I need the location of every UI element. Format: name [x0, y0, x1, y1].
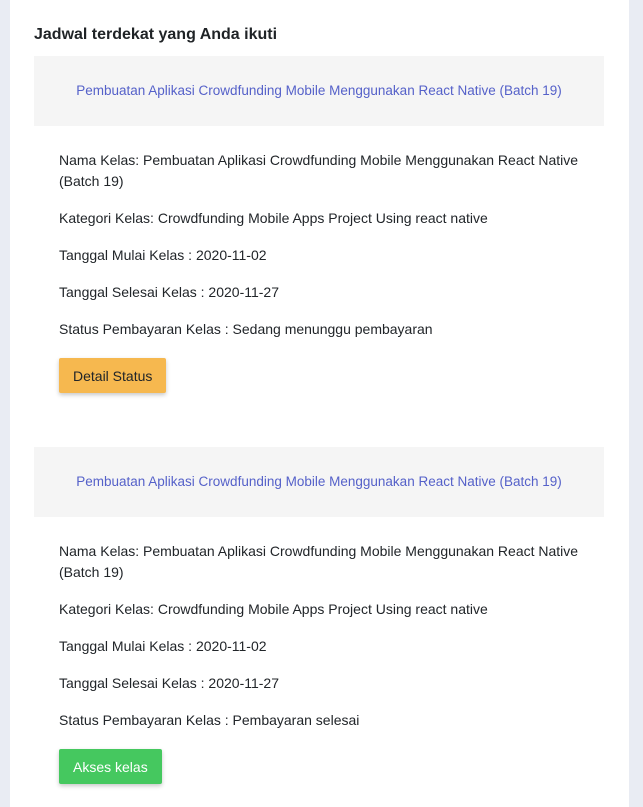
class-end-date-text: Tanggal Selesai Kelas : 2020-11-27 [59, 284, 280, 300]
payment-status-text: Status Pembayaran Kelas : Pembayaran sel… [59, 712, 360, 728]
class-card: Pembuatan Aplikasi Crowdfunding Mobile M… [34, 56, 604, 393]
class-category-text: Kategori Kelas: Crowdfunding Mobile Apps… [59, 210, 488, 226]
payment-status-text: Status Pembayaran Kelas : Sedang menungg… [59, 321, 433, 337]
content-panel: Jadwal terdekat yang Anda ikuti Pembuata… [10, 0, 629, 807]
class-name-text: Nama Kelas: Pembuatan Aplikasi Crowdfund… [59, 543, 579, 580]
class-start-date-text: Tanggal Mulai Kelas : 2020-11-02 [59, 638, 267, 654]
detail-status-button[interactable]: Detail Status [59, 358, 167, 393]
card-body: Nama Kelas: Pembuatan Aplikasi Crowdfund… [34, 517, 604, 784]
card-body: Nama Kelas: Pembuatan Aplikasi Crowdfund… [34, 126, 604, 393]
card-header: Pembuatan Aplikasi Crowdfunding Mobile M… [34, 447, 604, 517]
class-start-date-text: Tanggal Mulai Kelas : 2020-11-02 [59, 247, 267, 263]
class-title-link[interactable]: Pembuatan Aplikasi Crowdfunding Mobile M… [76, 474, 562, 490]
class-category-text: Kategori Kelas: Crowdfunding Mobile Apps… [59, 601, 488, 617]
card-header: Pembuatan Aplikasi Crowdfunding Mobile M… [34, 56, 604, 126]
class-name-text: Nama Kelas: Pembuatan Aplikasi Crowdfund… [59, 152, 579, 189]
class-end-date-text: Tanggal Selesai Kelas : 2020-11-27 [59, 675, 280, 691]
section-title: Jadwal terdekat yang Anda ikuti [34, 26, 278, 43]
class-title-link[interactable]: Pembuatan Aplikasi Crowdfunding Mobile M… [76, 83, 562, 99]
class-card: Pembuatan Aplikasi Crowdfunding Mobile M… [34, 447, 604, 784]
access-class-button[interactable]: Akses kelas [59, 749, 162, 784]
